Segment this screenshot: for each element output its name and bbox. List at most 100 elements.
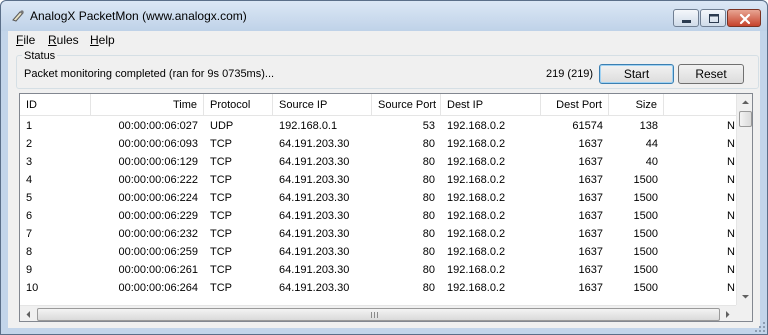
cell-size: 1500	[633, 228, 658, 240]
cell-extra: N	[727, 156, 735, 168]
cell-time: 00:00:00:06:264	[118, 282, 198, 294]
cell-dest-ip: 192.168.0.2	[447, 228, 506, 240]
cell-source-ip: 64.191.203.30	[279, 192, 350, 204]
cell-id: 3	[26, 156, 33, 168]
cell-dest-port: 1637	[578, 264, 603, 276]
cell-id: 5	[26, 192, 33, 204]
menu-file[interactable]: File	[16, 33, 35, 47]
cell-source-port: 80	[422, 246, 435, 258]
cell-size: 1500	[633, 174, 658, 186]
cell-source-port: 80	[422, 192, 435, 204]
table-row[interactable]: 6 00:00:00:06:229 TCP 64.191.203.30 80 192.16…	[20, 207, 736, 225]
cell-source-ip: 64.191.203.30	[279, 138, 350, 150]
table-row[interactable]: 1 00:00:00:06:027 UDP 192.168.0.1 53 192.168.…	[20, 117, 736, 135]
vertical-scroll-thumb[interactable]	[739, 111, 752, 127]
packet-list-header: ID Time Protocol Source IP Source Port D…	[20, 94, 736, 116]
cell-source-ip: 64.191.203.30	[279, 210, 350, 222]
vertical-scrollbar[interactable]	[736, 94, 753, 305]
cell-source-port: 80	[422, 210, 435, 222]
close-button[interactable]	[727, 9, 761, 27]
menu-rules[interactable]: Rules	[48, 33, 79, 47]
cell-dest-port: 1637	[578, 138, 603, 150]
column-header-id[interactable]: ID	[20, 94, 91, 116]
status-group-label: Status	[22, 50, 58, 62]
cell-extra: N	[727, 120, 735, 132]
packet-monitor-icon	[12, 10, 24, 22]
column-header-time[interactable]: Time	[91, 94, 204, 116]
cell-dest-port: 1637	[578, 210, 603, 222]
column-header-source-ip[interactable]: Source IP	[273, 94, 372, 116]
cell-id: 2	[26, 138, 33, 150]
cell-source-port: 80	[422, 138, 435, 150]
size-grip-icon[interactable]	[754, 321, 766, 333]
cell-time: 00:00:00:06:129	[118, 156, 198, 168]
packet-list[interactable]: ID Time Protocol Source IP Source Port D…	[19, 93, 753, 322]
cell-extra: N	[727, 138, 735, 150]
cell-size: 44	[645, 138, 658, 150]
column-header-dest-ip[interactable]: Dest IP	[441, 94, 541, 116]
start-button[interactable]: Start	[599, 64, 674, 84]
cell-dest-ip: 192.168.0.2	[447, 282, 506, 294]
maximize-icon	[709, 14, 719, 23]
menu-bar: File Rules Help	[8, 31, 760, 49]
column-header-extra[interactable]	[664, 94, 736, 116]
cell-protocol: TCP	[210, 156, 232, 168]
cell-source-ip: 64.191.203.30	[279, 156, 350, 168]
cell-dest-ip: 192.168.0.2	[447, 246, 506, 258]
cell-time: 00:00:00:06:259	[118, 246, 198, 258]
cell-extra: N	[727, 192, 735, 204]
cell-size: 1500	[633, 282, 658, 294]
cell-protocol: TCP	[210, 138, 232, 150]
column-header-dest-port[interactable]: Dest Port	[541, 94, 609, 116]
table-row[interactable]: 8 00:00:00:06:259 TCP 64.191.203.30 80 192.16…	[20, 243, 736, 261]
title-bar[interactable]: AnalogX PacketMon (www.analogx.com)	[1, 1, 767, 31]
menu-help-accel: H	[90, 33, 99, 47]
cell-source-port: 80	[422, 174, 435, 186]
cell-time: 00:00:00:06:093	[118, 138, 198, 150]
reset-button[interactable]: Reset	[678, 64, 744, 84]
cell-time: 00:00:00:06:224	[118, 192, 198, 204]
scrollbar-corner	[736, 305, 752, 321]
horizontal-scroll-thumb[interactable]	[37, 308, 720, 321]
cell-size: 1500	[633, 192, 658, 204]
cell-protocol: TCP	[210, 246, 232, 258]
cell-id: 1	[26, 120, 33, 132]
menu-help[interactable]: Help	[90, 33, 115, 47]
cell-size: 40	[645, 156, 658, 168]
table-row[interactable]: 2 00:00:00:06:093 TCP 64.191.203.30 80 192.16…	[20, 135, 736, 153]
table-row[interactable]: 10 00:00:00:06:264 TCP 64.191.203.30 80 192.1…	[20, 279, 736, 297]
grip-icon	[371, 312, 378, 318]
table-row[interactable]: 7 00:00:00:06:232 TCP 64.191.203.30 80 192.16…	[20, 225, 736, 243]
scroll-down-icon[interactable]	[737, 288, 753, 305]
table-row[interactable]: 9 00:00:00:06:261 TCP 64.191.203.30 80 192.16…	[20, 261, 736, 279]
cell-extra: N	[727, 228, 735, 240]
close-icon	[739, 13, 751, 25]
cell-dest-port: 1637	[578, 174, 603, 186]
cell-id: 10	[26, 282, 39, 294]
table-row[interactable]: 5 00:00:00:06:224 TCP 64.191.203.30 80 192.16…	[20, 189, 736, 207]
cell-time: 00:00:00:06:229	[118, 210, 198, 222]
cell-extra: N	[727, 246, 735, 258]
scroll-right-icon[interactable]	[719, 306, 736, 322]
cell-dest-ip: 192.168.0.2	[447, 264, 506, 276]
column-header-source-port[interactable]: Source Port	[372, 94, 441, 116]
packet-count: 219 (219)	[546, 68, 594, 80]
table-row[interactable]: 3 00:00:00:06:129 TCP 64.191.203.30 80 192.16…	[20, 153, 736, 171]
window-title: AnalogX PacketMon (www.analogx.com)	[30, 9, 247, 23]
cell-dest-port: 1637	[578, 156, 603, 168]
scroll-left-icon[interactable]	[20, 306, 37, 322]
table-row[interactable]: 4 00:00:00:06:222 TCP 64.191.203.30 80 192.16…	[20, 171, 736, 189]
cell-source-ip: 64.191.203.30	[279, 228, 350, 240]
scroll-up-icon[interactable]	[737, 94, 753, 111]
cell-extra: N	[727, 210, 735, 222]
cell-time: 00:00:00:06:027	[118, 120, 198, 132]
cell-size: 1500	[633, 264, 658, 276]
column-header-size[interactable]: Size	[609, 94, 664, 116]
cell-extra: N	[727, 282, 735, 294]
horizontal-scrollbar[interactable]	[20, 305, 736, 322]
cell-dest-port: 1637	[578, 192, 603, 204]
maximize-button[interactable]	[700, 9, 726, 27]
column-header-protocol[interactable]: Protocol	[204, 94, 273, 116]
minimize-button[interactable]	[673, 9, 699, 27]
menu-rules-accel: R	[48, 33, 57, 47]
